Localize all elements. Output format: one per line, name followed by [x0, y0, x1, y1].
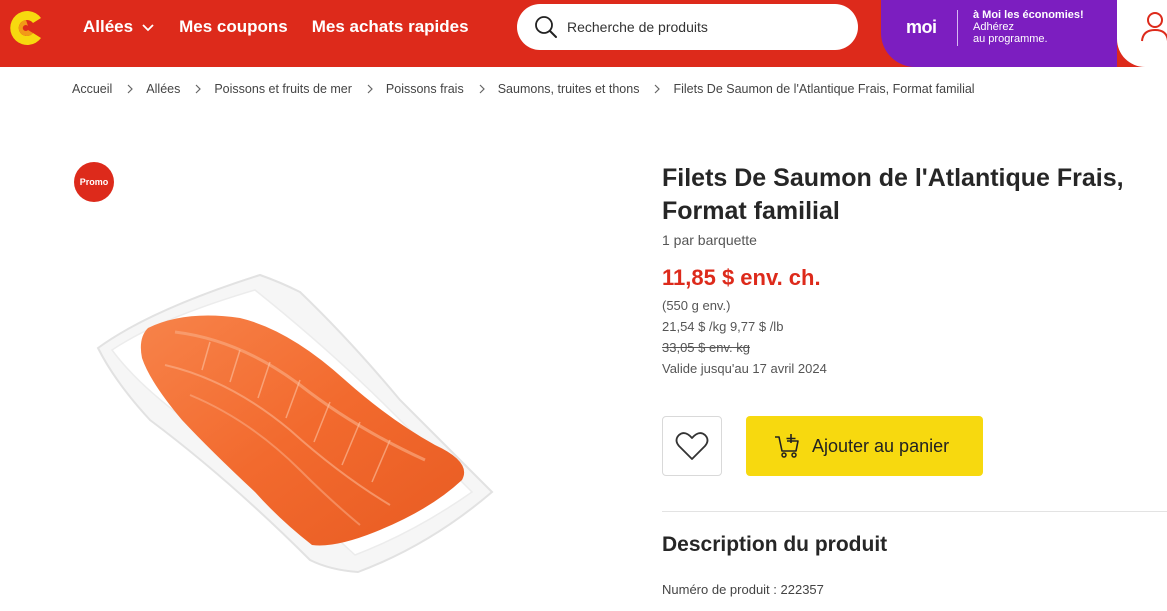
product-price: 11,85 $ env. ch.: [662, 265, 821, 290]
moi-divider: [957, 10, 958, 46]
chevron-right-icon: [367, 84, 373, 94]
site-header: Allées Mes coupons Mes achats rapides mo…: [0, 0, 1167, 67]
add-to-cart-label: Ajouter au panier: [812, 435, 950, 456]
add-to-cart-button[interactable]: Ajouter au panier: [746, 416, 983, 476]
breadcrumb-poissons-frais[interactable]: Poissons frais: [386, 82, 464, 96]
breadcrumb-poissons-fruits-de-mer[interactable]: Poissons et fruits de mer: [214, 82, 352, 96]
nav-quick-label: Mes achats rapides: [311, 17, 469, 36]
breadcrumb-current: Filets De Saumon de l'Atlantique Frais, …: [673, 82, 975, 96]
breadcrumb: Accueil Allées Poissons et fruits de mer…: [72, 82, 975, 96]
moi-line1: à Moi les économies!: [973, 9, 1084, 21]
moi-line3: au programme.: [973, 33, 1048, 45]
product-image: [96, 273, 494, 574]
user-icon: [1141, 12, 1167, 42]
product-title-line1: Filets De Saumon de l'Atlantique Frais,: [662, 164, 1124, 192]
promo-badge: Promo: [74, 162, 114, 202]
favorite-button[interactable]: [662, 416, 722, 476]
nav-allees[interactable]: Allées: [83, 17, 155, 37]
chevron-right-icon: [195, 84, 202, 94]
moi-line2: Adhérez: [973, 21, 1014, 33]
search-bar[interactable]: [517, 4, 858, 50]
moi-promo-text: à Moi les économies! Adhérez au programm…: [973, 9, 1084, 45]
product-weight: (550 g env.): [662, 298, 731, 313]
chevron-right-icon: [479, 84, 485, 94]
product-unit-prices: 21,54 $ /kg 9,77 $ /lb: [662, 319, 784, 334]
store-logo-icon[interactable]: [4, 6, 48, 50]
product-old-price: 33,05 $ env. kg: [662, 340, 750, 355]
heart-icon: [675, 432, 709, 460]
moi-program-banner[interactable]: moi à Moi les économies! Adhérez au prog…: [881, 0, 1117, 67]
product-title: Filets De Saumon de l'Atlantique Frais, …: [662, 162, 1167, 228]
section-divider: [662, 511, 1167, 512]
account-button[interactable]: [1117, 0, 1167, 67]
chevron-down-icon: [142, 24, 154, 32]
search-input[interactable]: [567, 19, 837, 35]
chevron-right-icon: [655, 84, 661, 94]
breadcrumb-saumons[interactable]: Saumons, truites et thons: [498, 82, 640, 96]
nav-coupons-label: Mes coupons: [179, 17, 288, 36]
description-title: Description du produit: [662, 533, 888, 556]
promo-valid-until: Valide jusqu'au 17 avril 2024: [662, 361, 827, 376]
product-title-line2: Format familial: [662, 197, 840, 225]
cart-add-icon: [775, 434, 799, 458]
nav-mes-coupons[interactable]: Mes coupons: [179, 17, 288, 37]
product-unit: 1 par barquette: [662, 232, 757, 248]
nav-allees-label: Allées: [83, 17, 134, 36]
main-nav: Allées Mes coupons Mes achats rapides: [83, 17, 469, 37]
moi-logo: moi: [906, 17, 937, 37]
breadcrumb-allees[interactable]: Allées: [146, 82, 180, 96]
nav-mes-achats-rapides[interactable]: Mes achats rapides: [312, 17, 469, 37]
breadcrumb-accueil[interactable]: Accueil: [72, 82, 112, 96]
search-icon[interactable]: [533, 14, 559, 40]
product-number: Numéro de produit : 222357: [662, 582, 824, 597]
chevron-right-icon: [127, 84, 134, 94]
